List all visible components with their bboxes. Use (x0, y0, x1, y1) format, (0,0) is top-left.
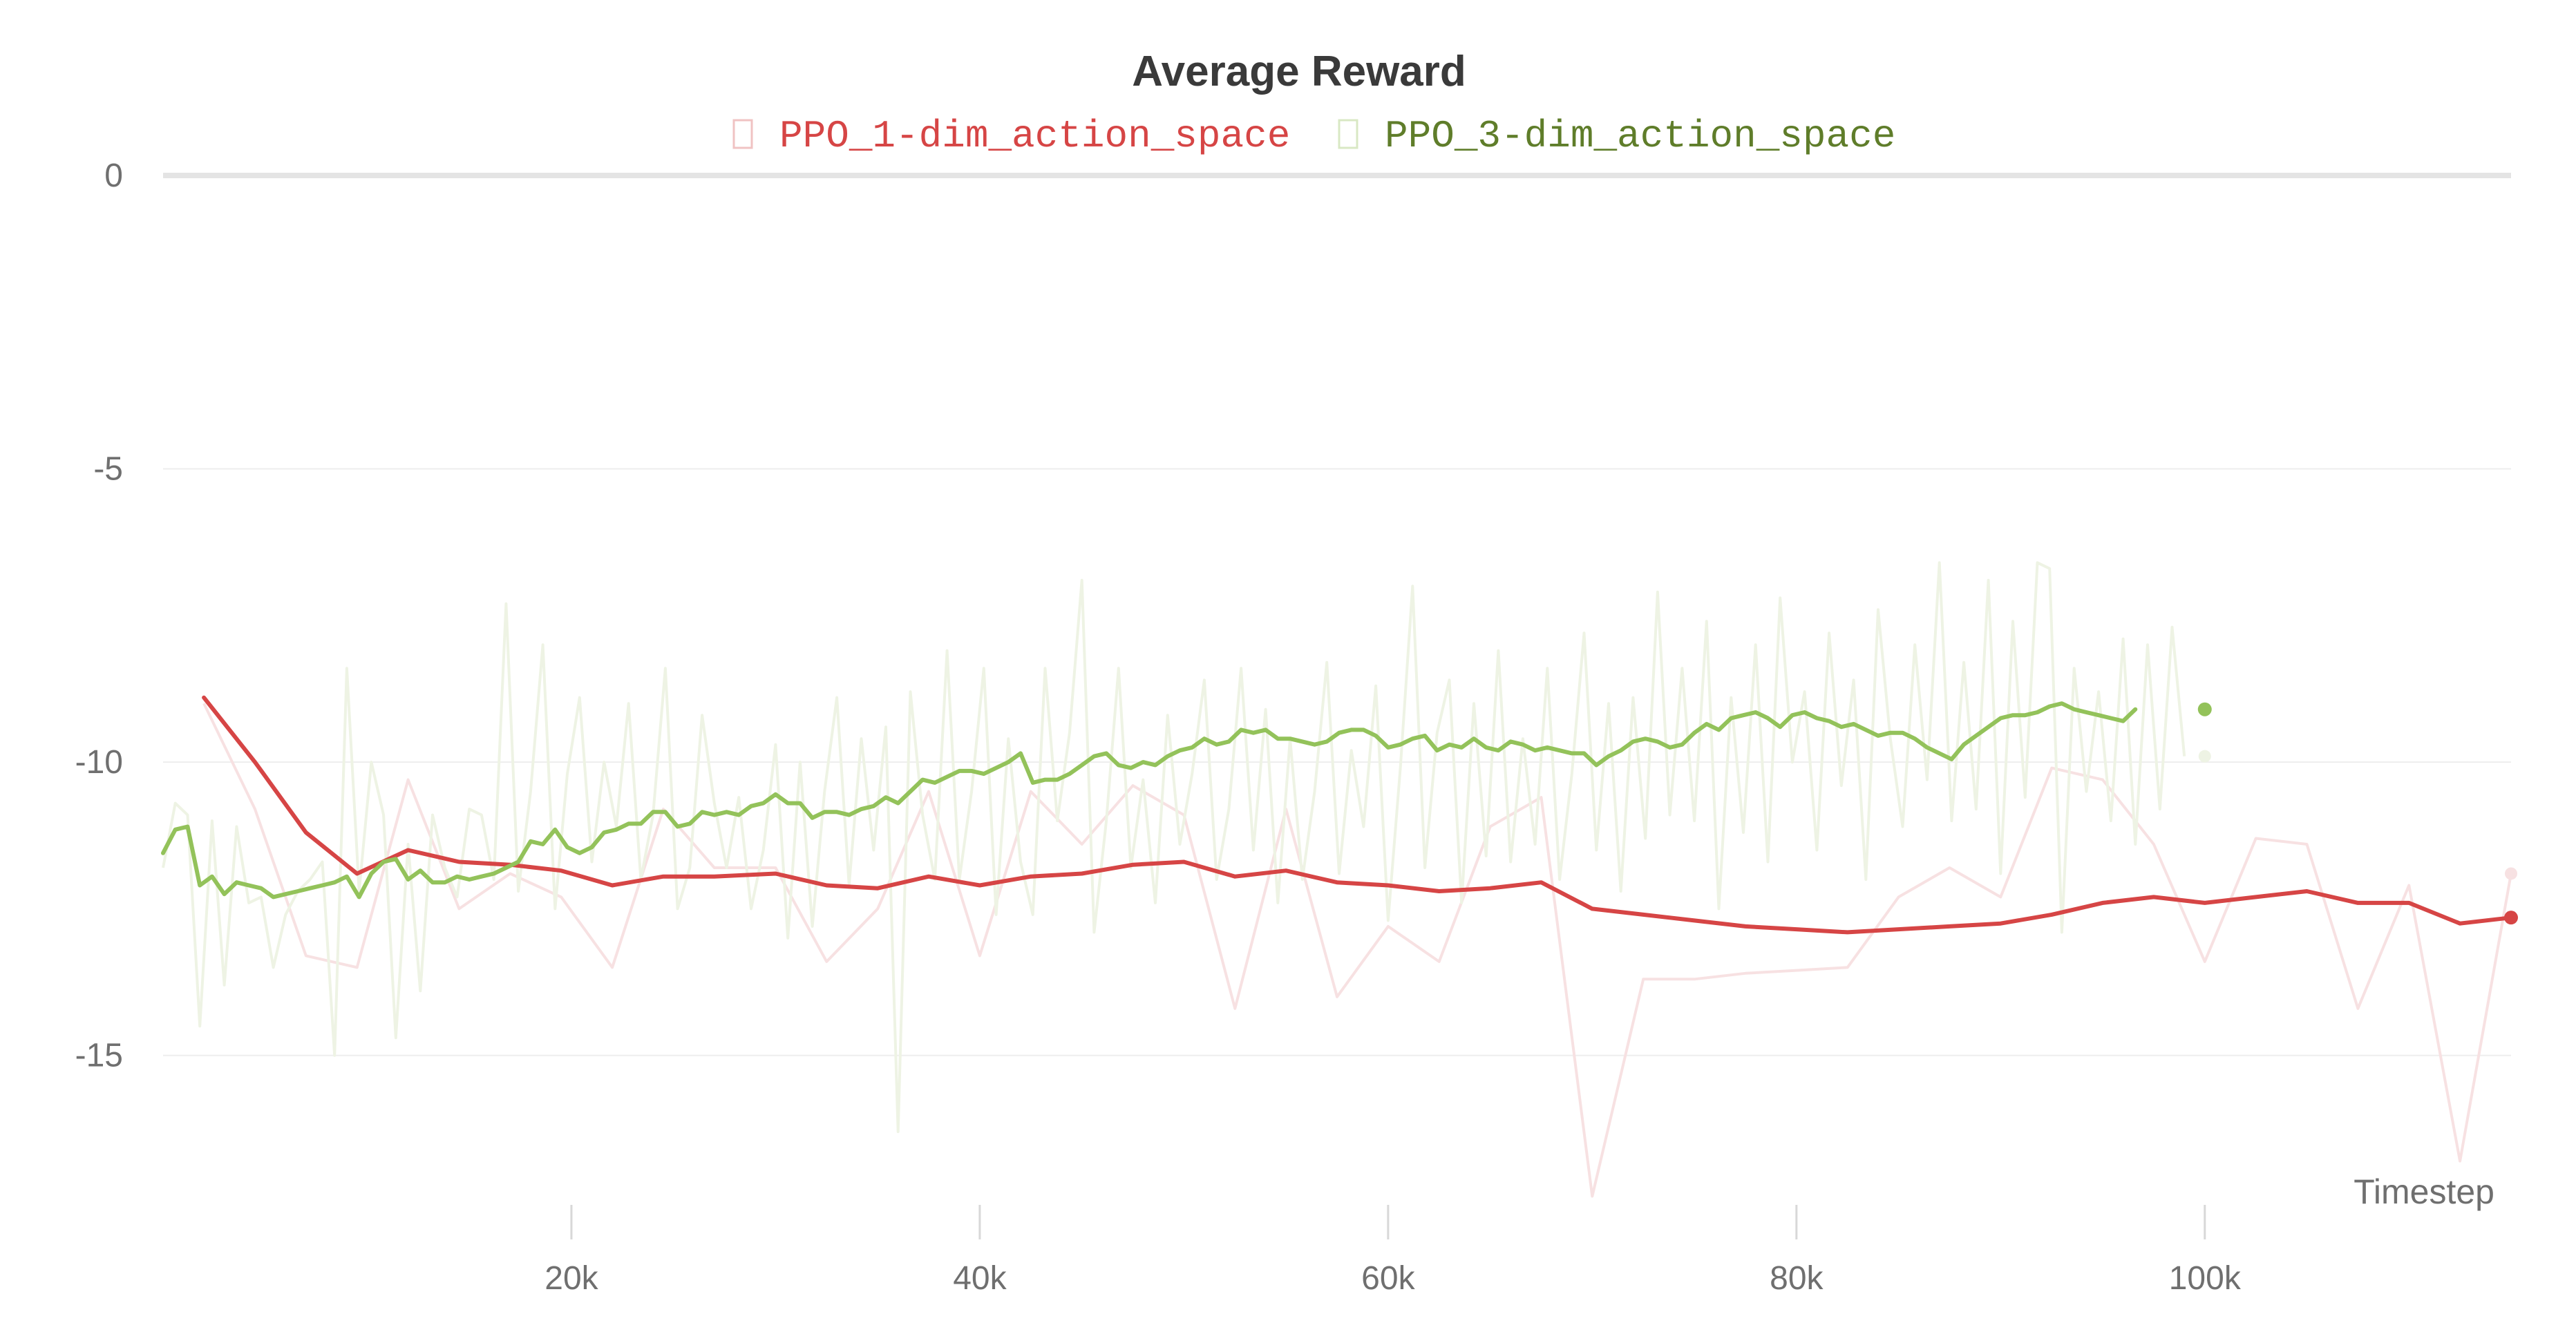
average-reward-chart: Average Reward PPO_1-dim_action_space PP… (75, 48, 2518, 1297)
x-axis-label: Timestep (2354, 1172, 2494, 1211)
legend-label-series-1: PPO_1-dim_action_space (779, 114, 1290, 158)
x-tick-label: 20k (544, 1260, 598, 1297)
series-end-points (2197, 702, 2518, 925)
legend-swatch-icon (732, 119, 753, 149)
raw-series-lines (162, 561, 2512, 1198)
legend: PPO_1-dim_action_space PPO_3-dim_action_… (732, 114, 1895, 158)
y-axis-ticks: 0 -5 -10 -15 (75, 158, 123, 1074)
x-axis-ticks: 20k 40k 60k 80k 100k (544, 1205, 2242, 1297)
legend-item-series-1[interactable]: PPO_1-dim_action_space (732, 114, 1290, 158)
end-point-series-2[interactable] (2197, 702, 2212, 716)
x-tick-label: 80k (1770, 1260, 1824, 1297)
y-tick-label: -15 (75, 1038, 123, 1074)
x-tick-label: 40k (953, 1260, 1007, 1297)
chart-title: Average Reward (1132, 48, 1466, 95)
raw-end-point-series-2 (2198, 750, 2211, 763)
smoothed-line-series-2[interactable] (161, 701, 2138, 900)
grid-lines (163, 173, 2511, 1056)
y-tick-label: -10 (75, 744, 123, 781)
raw-end-point-series-1 (2505, 867, 2517, 880)
x-tick-label: 100k (2169, 1260, 2242, 1297)
chart-root: Average Reward PPO_1-dim_action_space PP… (0, 0, 2576, 1332)
y-tick-label: 0 (104, 158, 123, 194)
x-tick-label: 60k (1361, 1260, 1415, 1297)
legend-swatch-icon (1338, 119, 1358, 149)
y-tick-label: -5 (93, 451, 123, 488)
raw-line-series-2 (162, 561, 2186, 1134)
end-point-series-1[interactable] (2504, 911, 2518, 925)
legend-item-series-2[interactable]: PPO_3-dim_action_space (1338, 114, 1895, 158)
legend-label-series-2: PPO_3-dim_action_space (1385, 114, 1895, 158)
